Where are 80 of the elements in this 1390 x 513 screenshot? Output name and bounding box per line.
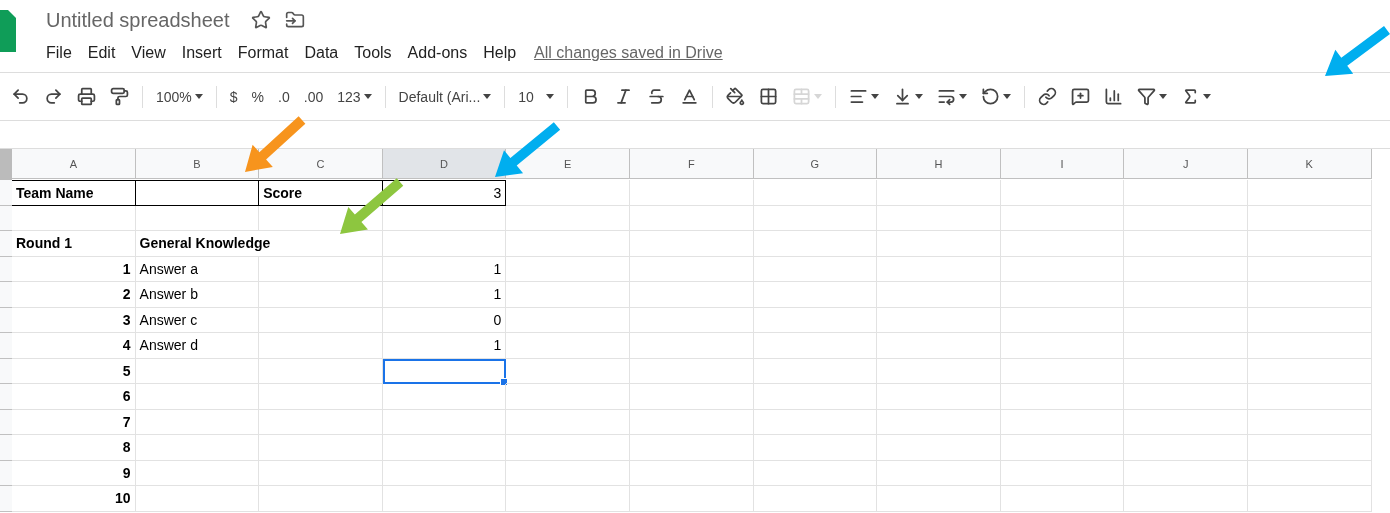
column-header[interactable]: J (1124, 149, 1248, 179)
menu-item[interactable]: Edit (79, 44, 124, 62)
column-header[interactable]: A (12, 149, 136, 179)
dropdown[interactable]: Default (Ari... (391, 81, 499, 112)
caret-icon (814, 94, 823, 99)
rotate-icon (981, 87, 1001, 106)
document-title[interactable]: Untitled spreadsheet (46, 8, 230, 32)
column-header[interactable]: B (135, 149, 260, 179)
fill-handle[interactable] (500, 378, 509, 386)
caret-icon (1159, 94, 1168, 99)
menu-item[interactable]: Format (229, 44, 297, 62)
caret-icon (1003, 94, 1012, 99)
menu-item[interactable]: Help (475, 44, 525, 62)
print-icon (77, 87, 96, 106)
grid-icon (759, 87, 779, 106)
star-icon[interactable] (251, 10, 272, 30)
dropdown[interactable]: 10 (511, 81, 562, 112)
wrap-text-icon (937, 87, 957, 106)
column-header[interactable]: F (629, 149, 754, 179)
paint-roller-icon (110, 87, 129, 106)
caret-icon (871, 94, 880, 99)
link-icon (1038, 87, 1058, 106)
table-cell: 9 (12, 460, 136, 486)
caret-icon (1203, 94, 1212, 99)
menu-item[interactable]: Insert (173, 44, 230, 62)
table-cell: Team Name (12, 180, 136, 206)
table-cell: 10 (12, 486, 136, 512)
save-status-link[interactable]: All changes saved in Drive (534, 44, 723, 62)
menu-item[interactable]: Data (296, 44, 347, 62)
menu-item[interactable]: Add-ons (399, 44, 476, 62)
align-left-icon (849, 87, 869, 106)
column-header[interactable]: D (382, 149, 507, 179)
format-button[interactable]: % (244, 81, 272, 112)
table-cell: 0 (382, 307, 507, 333)
table-cell: 1 (382, 282, 507, 308)
table-cell: Answer d (135, 333, 260, 359)
caret-icon (363, 94, 372, 99)
caret-icon (483, 94, 492, 99)
caret-icon (915, 94, 924, 99)
column-header[interactable]: H (877, 149, 1001, 179)
redo-icon (44, 87, 63, 106)
undo-icon (11, 87, 30, 106)
table-cell: Answer c (135, 307, 260, 333)
table-cell: 7 (12, 409, 136, 435)
increase-decimal-button[interactable]: .00 (296, 81, 331, 112)
table-cell: Round 1 (12, 231, 136, 257)
filter-icon (1137, 87, 1157, 106)
table-cell: 1 (382, 333, 507, 359)
text-color-icon (680, 87, 700, 106)
column-header[interactable]: G (753, 149, 878, 179)
bar-chart-icon (1104, 87, 1124, 106)
merge-cells-icon (792, 87, 812, 106)
dropdown[interactable]: 100% (149, 81, 210, 112)
table-cell: 4 (12, 333, 136, 359)
table-cell: Answer b (135, 282, 260, 308)
caret-icon (194, 94, 203, 99)
table-cell: 8 (12, 435, 136, 461)
table-cell: Answer a (135, 256, 260, 282)
menu-item[interactable]: Tools (346, 44, 400, 62)
strikethrough-icon (647, 87, 667, 106)
table-cell: 6 (12, 384, 136, 410)
decrease-decimal-button[interactable]: .0 (271, 81, 297, 112)
table-cell: 2 (12, 282, 136, 308)
format-button[interactable]: $ (222, 81, 245, 112)
logo-icon (0, 10, 16, 52)
table-cell: 5 (12, 358, 136, 384)
caret-icon (959, 94, 968, 99)
caret-icon (546, 94, 555, 99)
menu-item[interactable]: File (46, 44, 80, 62)
format-button[interactable]: 123 (330, 81, 379, 112)
column-header[interactable]: C (259, 149, 383, 179)
paint-bucket-icon (726, 87, 746, 106)
menu-item[interactable]: View (123, 44, 174, 62)
table-cell: 1 (382, 256, 507, 282)
table-cell: 3 (12, 307, 136, 333)
comment-plus-icon (1071, 87, 1091, 106)
column-header[interactable]: K (1247, 149, 1372, 179)
table-cell: 1 (12, 256, 136, 282)
move-folder-icon[interactable] (285, 10, 306, 30)
column-header[interactable]: I (1000, 149, 1125, 179)
